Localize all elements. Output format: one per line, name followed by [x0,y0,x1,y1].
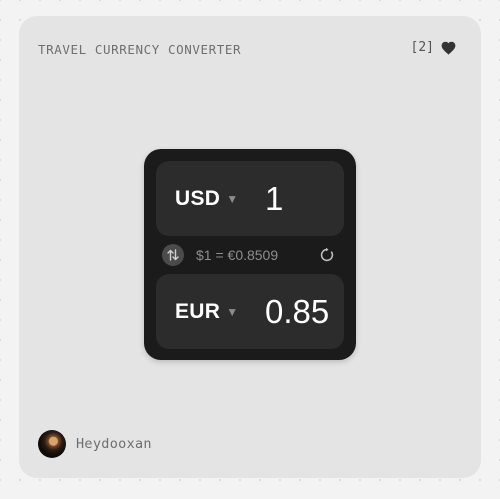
author-name: Heydooxan [76,436,152,452]
chevron-down-icon: ▼ [226,305,239,319]
to-currency-code: EUR [175,300,221,323]
like-button[interactable]: [2] [411,40,456,55]
refresh-icon [320,247,334,262]
to-currency-select[interactable]: EUR ▼ [175,300,238,324]
exchange-rate-text: $1 = €0.8509 [196,247,279,263]
from-currency-select[interactable]: USD ▼ [175,187,238,211]
from-currency-code: USD [175,187,221,210]
author-link[interactable]: Heydooxan [38,430,152,458]
to-currency-row: EUR ▼ 0.85 [156,274,344,349]
swap-vertical-icon [167,249,179,261]
swap-currencies-button[interactable] [162,244,184,266]
shot-card: TRAVEL CURRENCY CONVERTER [2] USD ▼ 1 $1… [19,16,481,478]
refresh-rate-button[interactable] [317,245,337,265]
to-amount-output: 0.85 [265,293,330,330]
card-title: TRAVEL CURRENCY CONVERTER [38,42,242,57]
like-count: [2] [410,40,434,55]
rate-bar: $1 = €0.8509 [156,242,344,268]
from-amount-input[interactable]: 1 [265,179,283,219]
currency-converter-widget: USD ▼ 1 $1 = €0.8509 EUR ▼ 0.85 [144,149,356,360]
avatar [38,430,66,458]
chevron-down-icon: ▼ [226,192,239,206]
heart-icon [441,41,456,55]
from-currency-row: USD ▼ 1 [156,161,344,236]
